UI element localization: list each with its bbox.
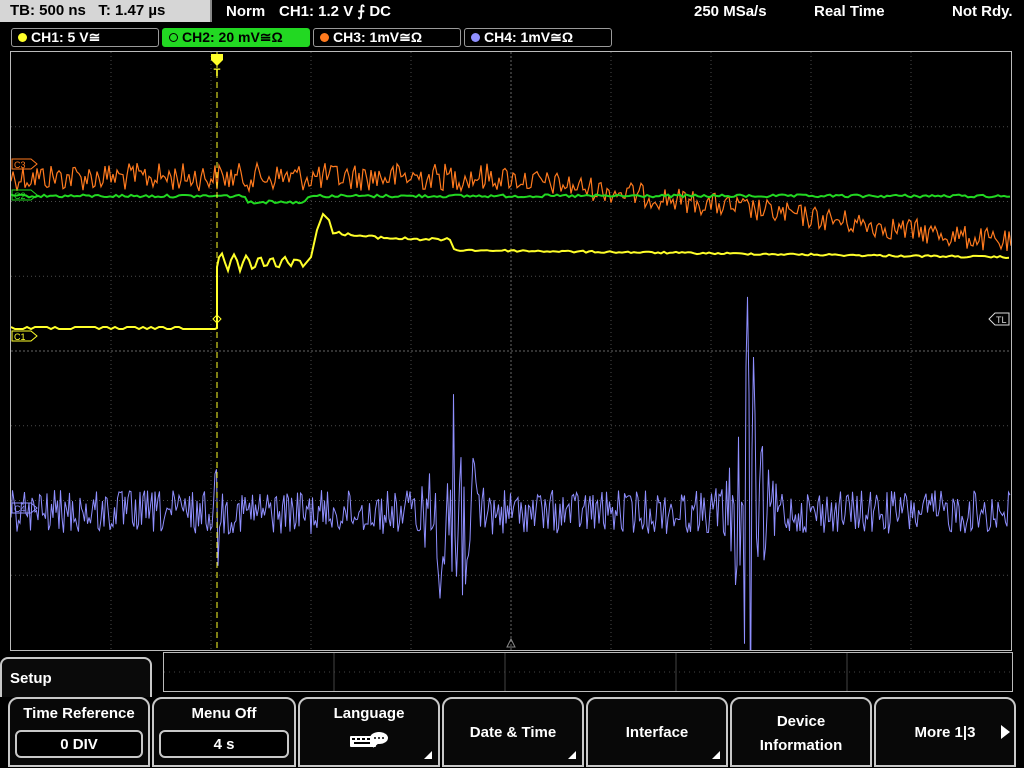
acquisition-mode: Real Time	[814, 3, 885, 20]
next-page-arrow-icon	[1001, 725, 1010, 739]
more-label: More 1|3	[914, 724, 976, 741]
trigger-level-label: TL	[996, 315, 1007, 325]
menu-title: Setup	[10, 670, 52, 687]
channel-tab-ch2[interactable]: CH2: 20 mV≅Ω	[162, 28, 310, 47]
submenu-indicator-icon	[568, 751, 576, 759]
channel-tab-ch1[interactable]: CH1: 5 V≅	[11, 28, 159, 47]
menu-off-button[interactable]: Menu Off 4 s	[152, 697, 296, 767]
menu-off-label: Menu Off	[191, 705, 257, 722]
channel-offset-label-c2: C2	[14, 191, 26, 201]
ch1-color-dot	[18, 33, 27, 42]
time-reference-button[interactable]: Time Reference 0 DIV	[8, 697, 150, 767]
ch3-color-dot	[320, 33, 329, 42]
keyboard-speech-icon	[350, 732, 388, 748]
ch4-color-dot	[471, 33, 480, 42]
time-reference-label: Time Reference	[23, 705, 135, 722]
language-button[interactable]: Language	[298, 697, 440, 767]
waveform-canvas[interactable]: T C3 C2 C1 C4 TL	[11, 52, 1011, 650]
waveform-display[interactable]: T C3 C2 C1 C4 TL	[10, 51, 1012, 651]
device-information-button[interactable]: Device Information	[730, 697, 872, 767]
channel-offset-label-c1: C1	[14, 332, 26, 342]
date-time-label: Date & Time	[469, 724, 557, 741]
timebase-value: TB: 500 ns	[10, 2, 86, 19]
trigger-mode[interactable]: Norm	[226, 0, 265, 24]
acquisition-state: Not Rdy.	[952, 3, 1013, 20]
sample-rate: 250 MSa/s	[694, 3, 767, 20]
menu-off-value[interactable]: 4 s	[159, 730, 289, 758]
ch2-label: CH2: 20 mV≅Ω	[182, 29, 283, 45]
interface-label: Interface	[625, 724, 689, 741]
timebase-box[interactable]: TB: 500 ns T: 1.47 µs	[0, 0, 212, 22]
channel-offset-label-c3: C3	[14, 160, 26, 170]
submenu-indicator-icon	[424, 751, 432, 759]
channel-offset-label-c4: C4	[14, 504, 26, 514]
channel-tab-ch3[interactable]: CH3: 1mV≅Ω	[313, 28, 461, 47]
more-button[interactable]: More 1|3	[874, 697, 1016, 767]
ch2-color-dot	[169, 33, 178, 42]
ch1-label: CH1: 5 V≅	[31, 29, 101, 45]
graticule	[11, 52, 1011, 650]
trigger-time-value: T: 1.47 µs	[98, 2, 166, 19]
trigger-position-label: T	[214, 67, 221, 79]
ch3-label: CH3: 1mV≅Ω	[333, 29, 423, 45]
trigger-source[interactable]: CH1: 1.2 V ⨍ DC	[279, 0, 391, 24]
language-label: Language	[333, 705, 405, 722]
device-information-label-line2: Information	[759, 737, 843, 754]
channel-tab-ch4[interactable]: CH4: 1mV≅Ω	[464, 28, 612, 47]
ch1-trace	[11, 212, 1010, 331]
ch2-trace	[11, 193, 1011, 205]
trigger-position-marker-icon	[211, 54, 223, 66]
ch4-label: CH4: 1mV≅Ω	[484, 29, 574, 45]
submenu-indicator-icon	[712, 751, 720, 759]
overview-grid	[164, 653, 1012, 691]
status-bar: TB: 500 ns T: 1.47 µs Norm CH1: 1.2 V ⨍ …	[0, 0, 1024, 24]
interface-button[interactable]: Interface	[586, 697, 728, 767]
device-information-label-line1: Device	[776, 713, 826, 730]
date-time-button[interactable]: Date & Time	[442, 697, 584, 767]
overview-strip	[163, 652, 1013, 692]
time-reference-value[interactable]: 0 DIV	[15, 730, 143, 758]
menu-title-tab: Setup	[0, 657, 152, 697]
